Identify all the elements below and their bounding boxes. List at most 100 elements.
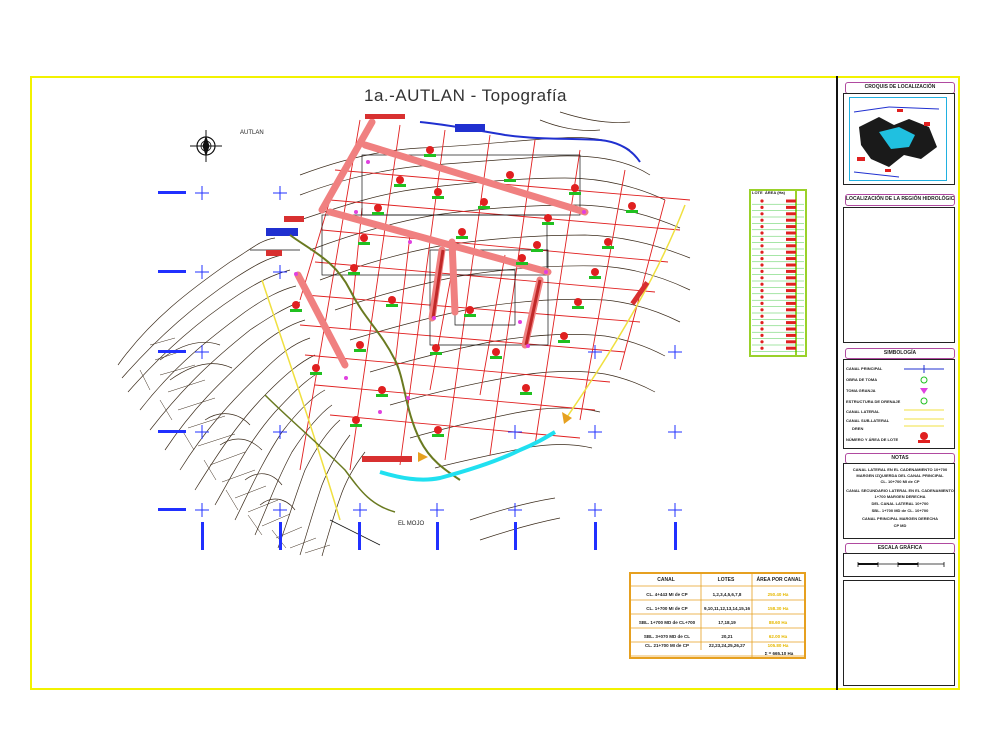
place-label: EL MOJO bbox=[398, 521, 425, 527]
canal-principal-label bbox=[455, 124, 485, 132]
lot-table-row-area bbox=[786, 212, 796, 216]
legend-lote: NÚMERO Y ÁREA DE LOTE bbox=[846, 437, 899, 442]
canal-row-1-area: 250.40 Ha bbox=[767, 592, 789, 597]
canal-row-2-lotes: 9,10,11,12,13,14,15,16 bbox=[703, 606, 751, 611]
canal-west-label bbox=[266, 228, 298, 236]
lot-table-rows bbox=[752, 199, 804, 352]
grid-northing-labels bbox=[158, 191, 186, 511]
lot-table-row-marker bbox=[760, 282, 764, 286]
canal-row-2-canal: CL. 1+700 MI de CP bbox=[646, 606, 688, 611]
lot-table-row-area bbox=[786, 346, 796, 350]
canal-row-5-area: 105.80 Ha bbox=[767, 643, 789, 648]
lot-table-row-area bbox=[786, 205, 796, 209]
lot-table-row-area bbox=[786, 289, 796, 293]
title-block-panel bbox=[843, 580, 955, 686]
lot-table-row-marker bbox=[760, 199, 764, 203]
lot-table-row-marker bbox=[760, 295, 764, 299]
lot-table-row-area bbox=[786, 244, 796, 248]
location-sketch bbox=[849, 97, 947, 181]
lot-table-row-marker bbox=[760, 269, 764, 273]
canal-row-4-canal: SBL. 3+070 MD de CL bbox=[643, 634, 691, 639]
lot-table-row-marker bbox=[760, 263, 764, 267]
canal-end-arrow-2 bbox=[418, 452, 428, 462]
lot-table-row-marker bbox=[760, 231, 764, 235]
lot-table-row-marker bbox=[760, 289, 764, 293]
lot-table-row-marker bbox=[760, 218, 764, 222]
legend-symbols bbox=[904, 365, 944, 443]
lot-table-row-area bbox=[786, 327, 796, 331]
canal-table-header-canal: CANAL bbox=[657, 577, 675, 583]
lot-table-row-marker bbox=[760, 250, 764, 254]
canal-row-1-lotes: 1,2,3,4,5,6,7,8 bbox=[712, 592, 742, 597]
legend-toma-granja: TOMA GRANJA bbox=[846, 388, 876, 393]
canal-end-arrow bbox=[562, 412, 572, 424]
lot-table-row-area bbox=[786, 231, 796, 235]
lot-table-row-marker bbox=[760, 327, 764, 331]
lot-table-row-area bbox=[786, 257, 796, 261]
canal-row-5-canal: CL. 21+700 MI de CP bbox=[645, 643, 689, 648]
lot-table-row-area bbox=[786, 340, 796, 344]
canal-row-5-lotes: 22,23,24,25,26,27 bbox=[708, 643, 746, 648]
note-5: DEL CANAL LATERAL 10+700 bbox=[871, 501, 929, 506]
canal-row-1-canal: CL. 4+443 MI de CP bbox=[646, 592, 688, 597]
hydro-title: LOCALIZACIÓN DE LA REGIÓN HIDROLÓGICA bbox=[845, 194, 955, 206]
north-arrow-icon bbox=[190, 130, 222, 162]
lot-markers bbox=[290, 146, 638, 437]
escarpment-hatching bbox=[139, 337, 331, 554]
lot-table-row-marker bbox=[760, 301, 764, 305]
grid-easting-labels bbox=[201, 522, 677, 550]
lot-table-row-area bbox=[786, 308, 796, 312]
legend-obra-toma: OBRA DE TOMA bbox=[846, 377, 878, 382]
note-8: CP MD bbox=[893, 523, 907, 528]
lot-table-row-area bbox=[786, 333, 796, 337]
note-3: CL. 10+700 MI de CP bbox=[880, 479, 920, 484]
canal-principal bbox=[419, 121, 641, 163]
canal-row-3-canal: SBL. 1+700 MD de CL+700 bbox=[638, 620, 696, 625]
lot-table-row-marker bbox=[760, 276, 764, 280]
lot-table-header: LOTE ÁREA (Ha) bbox=[752, 190, 785, 195]
legend-dren: DREN bbox=[852, 426, 864, 431]
dren-west bbox=[264, 394, 396, 513]
canal-row-4-area: 62.00 Ha bbox=[768, 634, 788, 639]
legend-estructura-drenaje: ESTRUCTURA DE DRENAJE bbox=[846, 399, 901, 404]
scale-bar bbox=[857, 562, 945, 567]
lot-table-row-area bbox=[786, 263, 796, 267]
lot-table-row-marker bbox=[760, 340, 764, 344]
lot-table-row-marker bbox=[760, 257, 764, 261]
lot-table-row-area bbox=[786, 282, 796, 286]
canal-row-3-area: 88.60 Ha bbox=[768, 620, 788, 625]
lot-table-row-area bbox=[786, 225, 796, 229]
lot-table-row-marker bbox=[760, 333, 764, 337]
lot-table-row-marker bbox=[760, 346, 764, 350]
town-label: AUTLAN bbox=[240, 130, 264, 136]
lot-table-row-marker bbox=[760, 244, 764, 248]
canal-row-4-lotes: 20,21 bbox=[721, 634, 733, 639]
legend-canal-sub-lateral: CANAL SUB-LATERAL bbox=[846, 418, 890, 423]
rio bbox=[379, 430, 557, 482]
lot-table-row-area bbox=[786, 250, 796, 254]
legend-canal-principal: CANAL PRINCIPAL bbox=[846, 366, 883, 371]
canal-table-header-area: ÁREA POR CANAL bbox=[756, 577, 802, 583]
lot-table-row-marker bbox=[760, 225, 764, 229]
lot-table-row-area bbox=[786, 301, 796, 305]
lot-table-row-marker bbox=[760, 321, 764, 325]
canal-row-3-lotes: 17,18,19 bbox=[718, 620, 736, 625]
note-7: CANAL PRINCIPAL MARGEN DERECHA bbox=[861, 516, 938, 521]
lot-table-row-area bbox=[786, 199, 796, 203]
canal-row-2-area: 158.30 Ha bbox=[767, 606, 789, 611]
canal-table-header-lotes: LOTES bbox=[717, 577, 735, 583]
legend-title: SIMBOLOGÍA bbox=[845, 348, 955, 359]
lot-table-row-area bbox=[786, 218, 796, 222]
lot-table-row-marker bbox=[760, 237, 764, 241]
lot-table-row-area bbox=[786, 276, 796, 280]
note-4: CANAL SECUNDARIO LATERAL EN EL CADENAMIE… bbox=[846, 488, 954, 499]
lot-table-row-area bbox=[786, 237, 796, 241]
hydro-panel bbox=[843, 207, 955, 343]
lot-table-row-marker bbox=[760, 308, 764, 312]
lot-table-row-area bbox=[786, 295, 796, 299]
lot-table-row-marker bbox=[760, 205, 764, 209]
note-6: SBL. 1+700 MD de CL. 10+700 bbox=[871, 508, 929, 513]
canal-table-total: Σ = 665.10 Ha bbox=[764, 651, 794, 656]
lot-table-row-marker bbox=[760, 212, 764, 216]
lot-table-row-area bbox=[786, 269, 796, 273]
